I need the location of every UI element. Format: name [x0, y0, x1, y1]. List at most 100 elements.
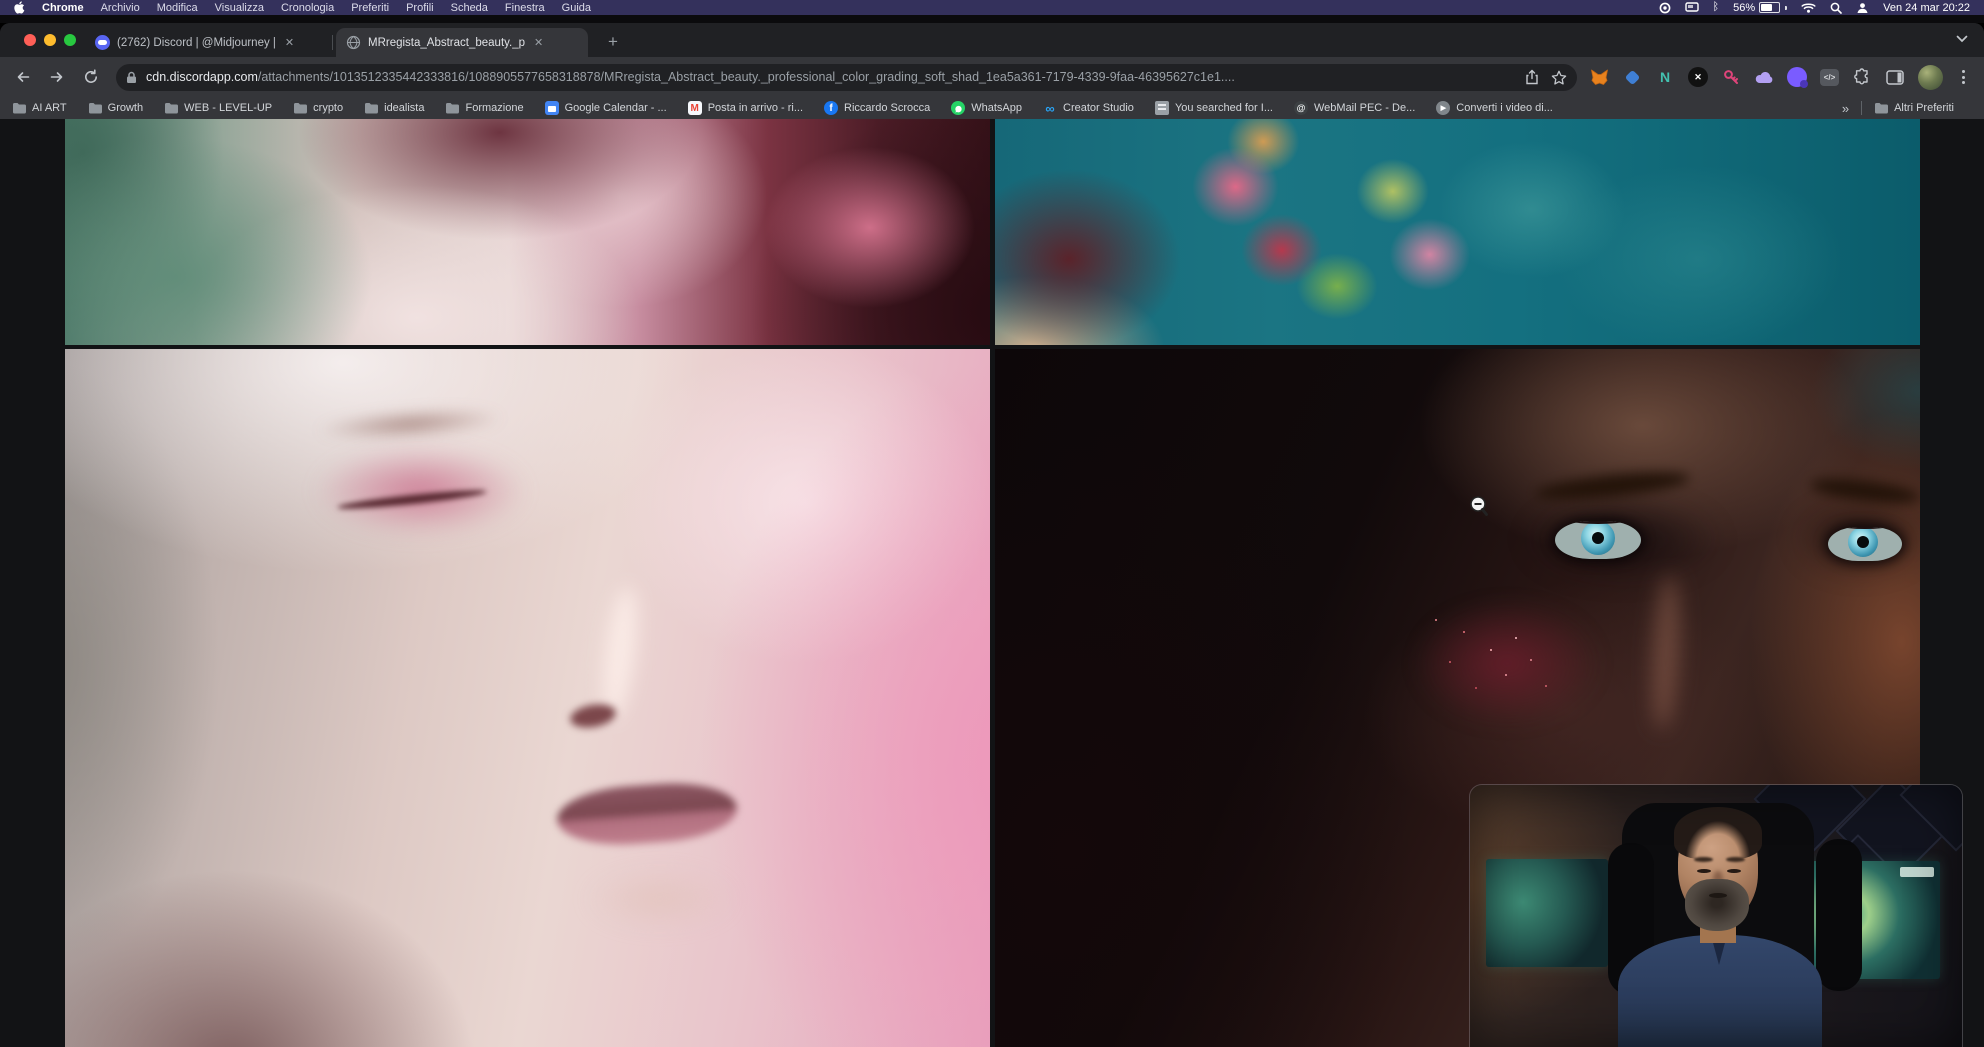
generated-image-top-right[interactable]	[995, 119, 1920, 345]
bookmark-google-calendar[interactable]: Google Calendar - ...	[545, 101, 667, 115]
bookmark-label: Posta in arrivo - ri...	[708, 102, 803, 114]
apple-menu-icon[interactable]	[14, 1, 25, 14]
bookmark-folder-growth[interactable]: Growth	[88, 101, 143, 115]
bookmark-label: WebMail PEC - De...	[1314, 102, 1415, 114]
bookmarks-bar: AI ART Growth WEB - LEVEL-UP crypto idea…	[0, 97, 1984, 119]
url-text: cdn.discordapp.com/attachments/101351233…	[146, 70, 1517, 84]
menu-item-guida[interactable]: Guida	[562, 2, 591, 14]
tab-discord[interactable]: (2762) Discord | @Midjourney | ✕	[85, 28, 331, 57]
user-switch-icon[interactable]	[1856, 2, 1869, 14]
blue-extension-icon[interactable]	[1622, 67, 1642, 87]
menu-item-archivio[interactable]: Archivio	[101, 2, 140, 14]
other-bookmarks-folder[interactable]: Altri Preferiti	[1874, 101, 1954, 115]
bookmark-folder-crypto[interactable]: crypto	[293, 101, 343, 115]
bookmark-creator-studio[interactable]: ∞ Creator Studio	[1043, 101, 1134, 115]
extensions-puzzle-icon[interactable]	[1852, 67, 1872, 87]
side-panel-icon[interactable]	[1885, 67, 1905, 87]
n-extension-icon[interactable]: N	[1655, 67, 1675, 87]
tab-close-icon[interactable]: ✕	[534, 36, 543, 49]
menu-item-preferiti[interactable]: Preferiti	[351, 2, 389, 14]
folder-icon	[1874, 101, 1888, 115]
bookmark-gmail-inbox[interactable]: M Posta in arrivo - ri...	[688, 101, 803, 115]
folder-icon	[164, 101, 178, 115]
tab-search-chevron-icon[interactable]	[1956, 35, 1968, 43]
bookmark-label: WEB - LEVEL-UP	[184, 102, 272, 114]
violet-extension-icon[interactable]	[1787, 67, 1807, 87]
bookmark-star-icon[interactable]	[1551, 70, 1567, 85]
image-detail	[313, 445, 528, 537]
back-button[interactable]	[10, 64, 36, 90]
menu-bar-clock[interactable]: Ven 24 mar 20:22	[1883, 2, 1970, 14]
display-status-icon[interactable]	[1685, 2, 1699, 13]
meta-icon: ∞	[1043, 101, 1057, 115]
chrome-window: (2762) Discord | @Midjourney | ✕ MRregis…	[0, 23, 1984, 1047]
image-detail	[1435, 619, 1437, 621]
url-host: cdn.discordapp.com	[146, 70, 258, 84]
menu-item-scheda[interactable]: Scheda	[451, 2, 488, 14]
minimize-window-button[interactable]	[44, 34, 56, 46]
discord-favicon	[95, 35, 110, 50]
bookmark-whatsapp[interactable]: WhatsApp	[951, 101, 1022, 115]
folder-icon	[12, 101, 26, 115]
bluetooth-icon[interactable]: ᛒ	[1713, 2, 1720, 13]
address-bar[interactable]: cdn.discordapp.com/attachments/101351233…	[116, 64, 1577, 91]
menu-item-modifica[interactable]: Modifica	[157, 2, 198, 14]
bookmark-label: Google Calendar - ...	[565, 102, 667, 114]
image-detail	[1415, 601, 1600, 726]
bookmark-folder-web-level-up[interactable]: WEB - LEVEL-UP	[164, 101, 272, 115]
lock-icon[interactable]	[126, 71, 137, 84]
key-extension-icon[interactable]	[1721, 67, 1741, 87]
folder-icon	[293, 101, 307, 115]
image-detail	[314, 404, 505, 443]
image-detail	[1828, 527, 1902, 561]
tab-close-icon[interactable]: ✕	[285, 36, 294, 49]
other-bookmarks-label: Altri Preferiti	[1894, 102, 1954, 114]
wifi-icon[interactable]	[1801, 2, 1816, 13]
cloud-extension-icon[interactable]	[1754, 67, 1774, 87]
image-detail	[585, 869, 735, 929]
record-status-icon[interactable]	[1659, 2, 1671, 14]
menu-item-finestra[interactable]: Finestra	[505, 2, 545, 14]
code-extension-icon[interactable]: </>	[1820, 69, 1839, 86]
generated-image-top-left[interactable]	[65, 119, 990, 345]
bookmark-folder-formazione[interactable]: Formazione	[445, 101, 523, 115]
google-calendar-icon	[545, 101, 559, 115]
bookmark-label: idealista	[384, 102, 424, 114]
forward-button[interactable]	[44, 64, 70, 90]
dark-circle-extension-icon[interactable]: ✕	[1688, 67, 1708, 87]
profile-avatar[interactable]	[1918, 65, 1943, 90]
tab-title: (2762) Discord | @Midjourney |	[117, 37, 276, 49]
folder-icon	[445, 101, 459, 115]
bookmark-webmail-pec[interactable]: @ WebMail PEC - De...	[1294, 101, 1415, 115]
menu-item-cronologia[interactable]: Cronologia	[281, 2, 334, 14]
menu-item-profili[interactable]: Profili	[406, 2, 434, 14]
reload-button[interactable]	[78, 64, 104, 90]
bookmark-label: Formazione	[465, 102, 523, 114]
bookmark-label: AI ART	[32, 102, 67, 114]
metamask-extension-icon[interactable]	[1589, 67, 1609, 87]
page-background	[0, 119, 1984, 1047]
bookmark-label: You searched for I...	[1175, 102, 1273, 114]
bookmark-search-result[interactable]: You searched for I...	[1155, 101, 1273, 115]
spotlight-search-icon[interactable]	[1830, 2, 1842, 14]
close-window-button[interactable]	[24, 34, 36, 46]
menu-item-chrome[interactable]: Chrome	[42, 2, 84, 14]
new-tab-button[interactable]: +	[600, 29, 626, 55]
bookmark-video-converter[interactable]: ▶ Converti i video di...	[1436, 101, 1553, 115]
battery-percent-label: 56%	[1733, 2, 1755, 14]
chrome-menu-kebab-icon[interactable]	[1956, 70, 1970, 84]
bookmark-facebook-profile[interactable]: f Riccardo Scrocca	[824, 101, 930, 115]
share-icon[interactable]	[1525, 69, 1539, 85]
bookmark-folder-ai-art[interactable]: AI ART	[12, 101, 67, 115]
bookmarks-overflow-chevron[interactable]: »	[1842, 101, 1849, 116]
tab-image-active[interactable]: MRregista_Abstract_beauty._p ✕	[336, 28, 588, 57]
bookmark-folder-idealista[interactable]: idealista	[364, 101, 424, 115]
generated-image-bottom-left[interactable]	[65, 349, 990, 1047]
tab-title: MRregista_Abstract_beauty._p	[368, 37, 525, 49]
bookmarks-separator	[1861, 101, 1862, 115]
bookmark-label: WhatsApp	[971, 102, 1022, 114]
bookmark-label: crypto	[313, 102, 343, 114]
battery-indicator[interactable]: 56%	[1733, 2, 1787, 14]
fullscreen-window-button[interactable]	[64, 34, 76, 46]
menu-item-visualizza[interactable]: Visualizza	[215, 2, 264, 14]
